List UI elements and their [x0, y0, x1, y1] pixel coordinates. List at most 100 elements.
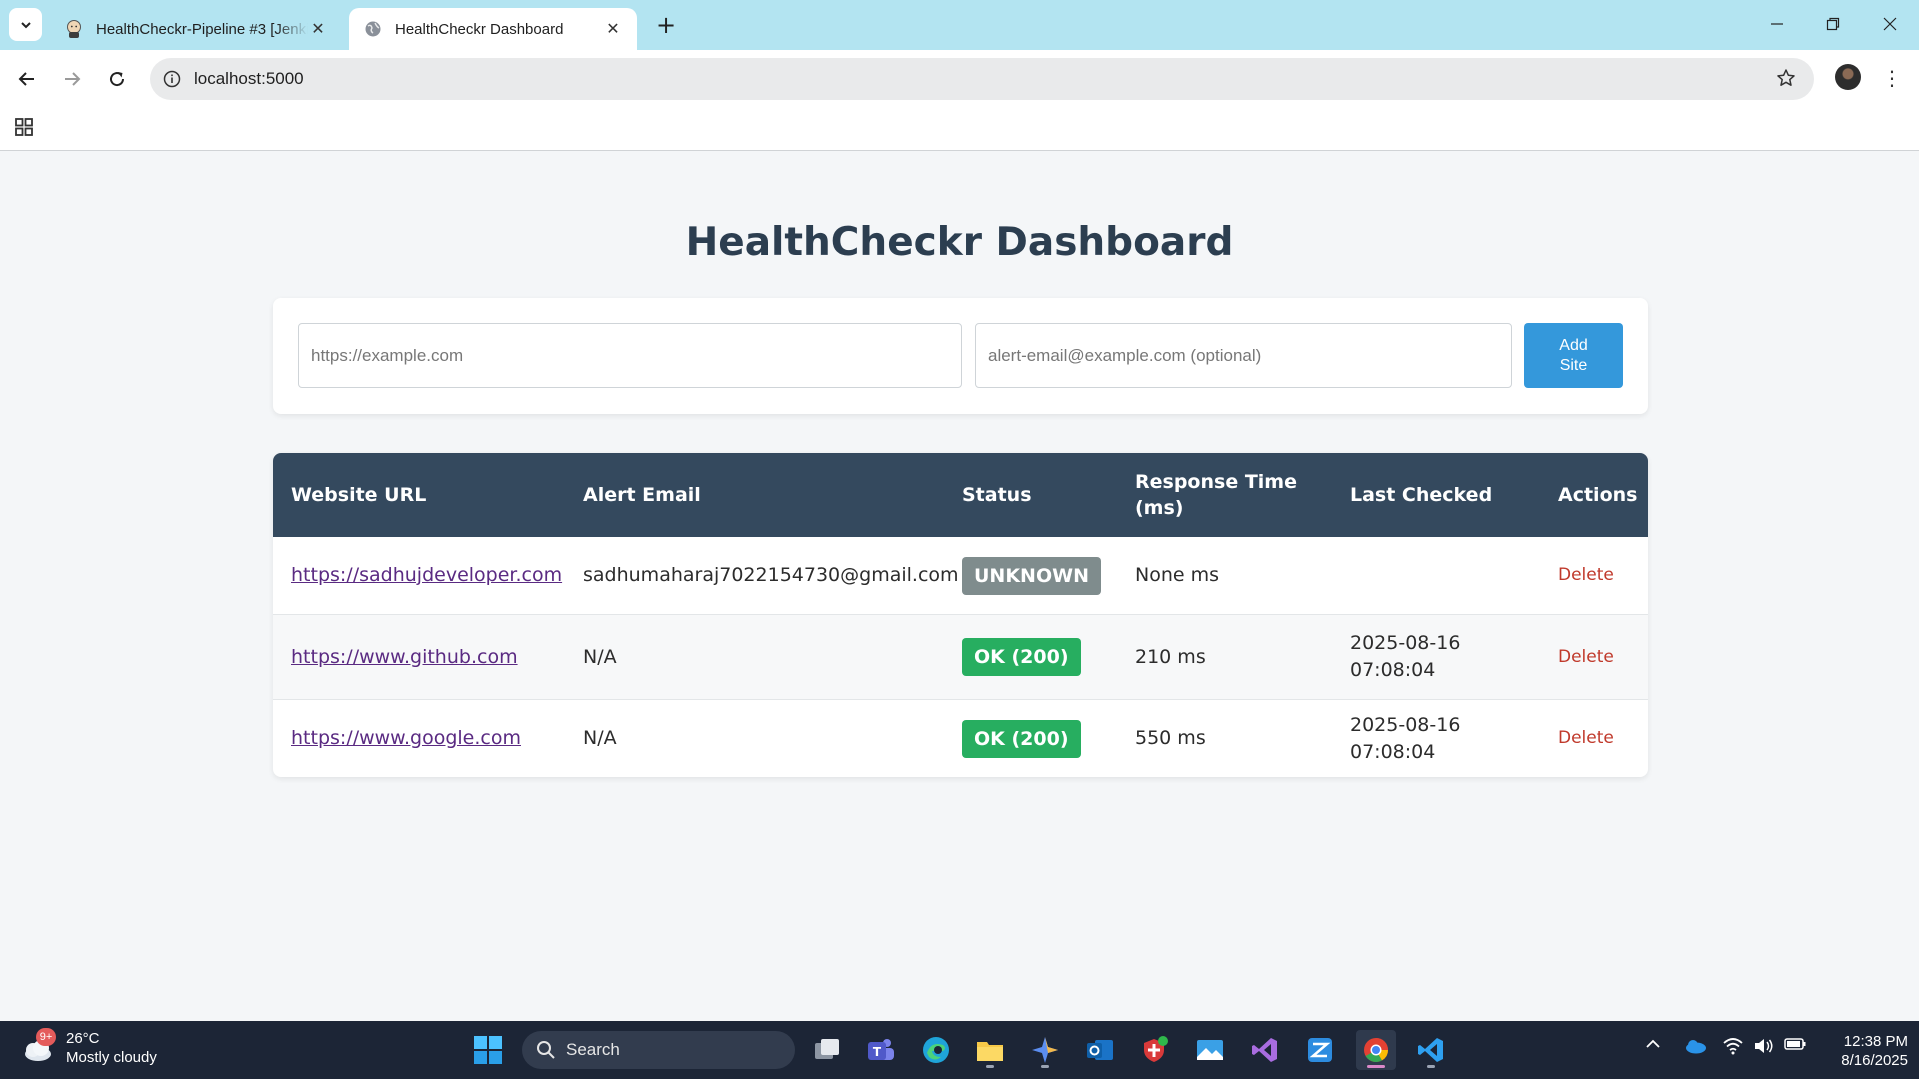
edge-icon[interactable] [916, 1030, 956, 1070]
security-app-icon[interactable] [1134, 1030, 1174, 1070]
url-cell: https://sadhujdeveloper.com [291, 537, 562, 614]
taskbar-search[interactable]: Search [522, 1031, 795, 1069]
tab-strip: HealthCheckr-Pipeline #3 [Jenkins] ✕ Hea… [0, 0, 1919, 50]
site-info-icon[interactable] [150, 70, 194, 88]
weather-badge: 9+ [36, 1028, 56, 1046]
globe-icon [363, 19, 383, 39]
chevron-down-icon [20, 21, 31, 28]
tab-search-button[interactable] [9, 8, 42, 41]
status-badge: UNKNOWN [962, 556, 1101, 595]
cloud-sun-icon: 9+ [20, 1028, 56, 1066]
task-view-icon[interactable] [807, 1030, 847, 1070]
address-text: localhost:5000 [194, 69, 304, 88]
outlook-icon[interactable] [1080, 1030, 1120, 1070]
url-cell: https://www.google.com [291, 700, 521, 777]
email-cell: sadhumaharaj7022154730@gmail.com [583, 564, 959, 586]
more-menu-icon[interactable]: ⋮ [1880, 64, 1904, 92]
bookmarks-bar [0, 108, 1919, 151]
tab-title: HealthCheckr Dashboard [395, 20, 564, 38]
weather-widget[interactable]: 9+ 26°C Mostly cloudy [20, 1028, 157, 1067]
weather-condition: Mostly cloudy [66, 1049, 157, 1066]
profile-avatar[interactable] [1835, 64, 1861, 90]
actions-cell: Delete [1558, 615, 1614, 699]
response-time-cell: 210 ms [1135, 645, 1206, 668]
sites-table: Website URL Alert Email Status Response … [273, 453, 1648, 777]
response-time-cell: None ms [1135, 564, 1220, 586]
address-bar[interactable]: localhost:5000 [150, 58, 1814, 100]
running-indicator [1041, 1065, 1049, 1068]
restore-icon[interactable] [1815, 8, 1851, 40]
url-cell: https://www.github.com [291, 615, 518, 699]
apps-grid-icon[interactable] [13, 116, 35, 142]
status-badge: OK (200) [962, 719, 1081, 758]
system-clock[interactable]: 12:38 PM 8/16/2025 [1818, 1032, 1908, 1070]
search-icon [537, 1041, 555, 1059]
clock-date: 8/16/2025 [1841, 1052, 1908, 1069]
tab-healthcheckr-dashboard[interactable]: HealthCheckr Dashboard ✕ [349, 8, 637, 50]
site-link[interactable]: https://www.google.com [291, 725, 521, 752]
add-site-form: Add Site [273, 298, 1648, 414]
windows-start-icon[interactable] [473, 1035, 503, 1069]
last-checked-cell: 2025-08-16 07:08:04 [1350, 713, 1461, 763]
chrome-icon[interactable] [1356, 1030, 1396, 1070]
search-label: Search [566, 1040, 620, 1059]
close-icon[interactable]: ✕ [603, 19, 623, 39]
status-cell: OK (200) [962, 615, 1081, 699]
email-cell: N/A [583, 645, 617, 668]
tab-title: HealthCheckr-Pipeline #3 [Jenkins] [96, 20, 308, 38]
file-explorer-icon[interactable] [970, 1030, 1010, 1070]
copilot-icon[interactable] [1025, 1030, 1065, 1070]
running-indicator [986, 1065, 994, 1068]
table-row: https://www.github.com N/A OK (200) 210 … [273, 615, 1648, 700]
last-checked-cell [1350, 537, 1500, 614]
battery-icon[interactable] [1784, 1037, 1806, 1051]
onedrive-icon[interactable] [1683, 1037, 1707, 1055]
clock-time: 12:38 PM [1843, 1033, 1908, 1050]
header-response-time: Response Time (ms) [1135, 471, 1297, 519]
page-content: HealthCheckr Dashboard Add Site Website … [0, 151, 1919, 1021]
tab-jenkins-pipeline[interactable]: HealthCheckr-Pipeline #3 [Jenkins] ✕ [50, 8, 342, 50]
photos-icon[interactable] [1190, 1030, 1230, 1070]
browser-toolbar: localhost:5000 ⋮ [0, 50, 1919, 108]
teams-icon[interactable]: T [861, 1030, 901, 1070]
close-window-icon[interactable] [1872, 8, 1908, 40]
status-badge: OK (200) [962, 638, 1081, 676]
email-cell: N/A [583, 727, 617, 749]
vscode-icon[interactable] [1411, 1030, 1451, 1070]
header-alert-email: Alert Email [583, 484, 701, 506]
header-actions: Actions [1558, 484, 1638, 506]
minimize-icon[interactable] [1759, 8, 1795, 40]
website-url-input[interactable] [298, 323, 962, 388]
back-arrow-icon[interactable] [11, 63, 43, 95]
running-indicator [1427, 1065, 1435, 1068]
delete-button[interactable]: Delete [1558, 725, 1614, 752]
response-time-cell: 550 ms [1135, 727, 1206, 749]
wifi-icon[interactable] [1722, 1037, 1744, 1055]
add-site-button[interactable]: Add Site [1524, 323, 1623, 388]
new-tab-plus-icon[interactable]: + [652, 11, 680, 39]
volume-icon[interactable] [1753, 1037, 1775, 1055]
delete-button[interactable]: Delete [1558, 562, 1614, 589]
svg-text:T: T [873, 1045, 882, 1059]
active-indicator [1367, 1065, 1385, 1068]
jenkins-icon [64, 19, 84, 39]
header-status: Status [962, 484, 1032, 506]
visual-studio-icon[interactable] [1245, 1030, 1285, 1070]
reload-icon[interactable] [101, 63, 133, 95]
chevron-up-icon[interactable] [1645, 1037, 1661, 1051]
table-row: https://sadhujdeveloper.com sadhumaharaj… [273, 537, 1648, 615]
alert-email-input[interactable] [975, 323, 1512, 388]
close-icon[interactable]: ✕ [308, 19, 328, 39]
bookmark-star-icon[interactable] [1776, 68, 1796, 92]
table-row: https://www.google.com N/A OK (200) 550 … [273, 700, 1648, 777]
status-cell: UNKNOWN [962, 537, 1101, 614]
site-link[interactable]: https://sadhujdeveloper.com [291, 562, 562, 589]
forward-arrow-icon[interactable] [56, 63, 88, 95]
archive-tool-icon[interactable] [1300, 1030, 1340, 1070]
header-last-checked: Last Checked [1350, 484, 1493, 506]
site-link[interactable]: https://www.github.com [291, 644, 518, 671]
actions-cell: Delete [1558, 537, 1614, 614]
header-website-url: Website URL [291, 484, 427, 506]
add-site-label: Add Site [1559, 336, 1588, 374]
delete-button[interactable]: Delete [1558, 644, 1614, 671]
